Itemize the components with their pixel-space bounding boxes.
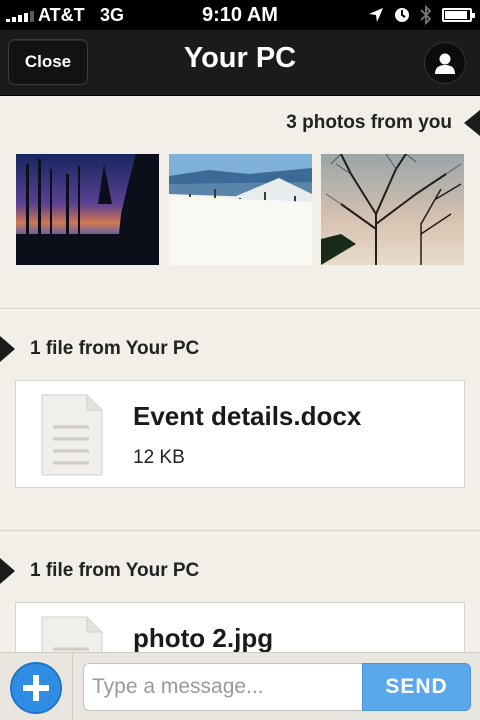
plus-icon [23, 675, 49, 701]
section-divider [0, 308, 480, 309]
photos-heading: 3 photos from you [286, 112, 452, 133]
snowy-lake-photo[interactable] [169, 154, 312, 265]
battery-icon [442, 8, 475, 22]
outgoing-marker [0, 336, 15, 362]
status-bar: AT&T 3G 9:10 AM [0, 0, 480, 30]
message-input[interactable] [83, 663, 363, 711]
document-icon [41, 394, 103, 476]
location-icon [369, 8, 383, 22]
file-section-heading: 1 file from Your PC [30, 560, 200, 581]
sunset-forest-photo[interactable] [16, 154, 159, 265]
file-card[interactable]: photo 2.jpg [15, 602, 465, 652]
file-name: photo 2.jpg [133, 623, 274, 652]
bluetooth-icon [420, 5, 432, 25]
bare-tree-photo[interactable] [321, 154, 464, 265]
page-title: Your PC [183, 42, 297, 74]
person-icon [435, 53, 455, 74]
incoming-marker [464, 110, 480, 136]
profile-button[interactable] [424, 42, 466, 84]
document-icon [41, 616, 103, 652]
composer-divider [72, 653, 73, 720]
file-name: Event details.docx [133, 401, 362, 431]
send-button[interactable]: SEND [362, 663, 471, 711]
file-section-heading: 1 file from Your PC [30, 338, 200, 359]
nav-bar: Close Your PC [0, 30, 480, 96]
message-composer: SEND [0, 652, 480, 720]
file-size: 12 KB [133, 447, 185, 468]
outgoing-marker [0, 558, 15, 584]
conversation-feed[interactable]: 3 photos from you 1 file from Your PC Ev… [0, 96, 480, 652]
file-card[interactable]: Event details.docx 12 KB [15, 380, 465, 488]
section-divider [0, 530, 480, 531]
add-attachment-button[interactable] [10, 662, 62, 714]
clock-icon [395, 8, 409, 22]
